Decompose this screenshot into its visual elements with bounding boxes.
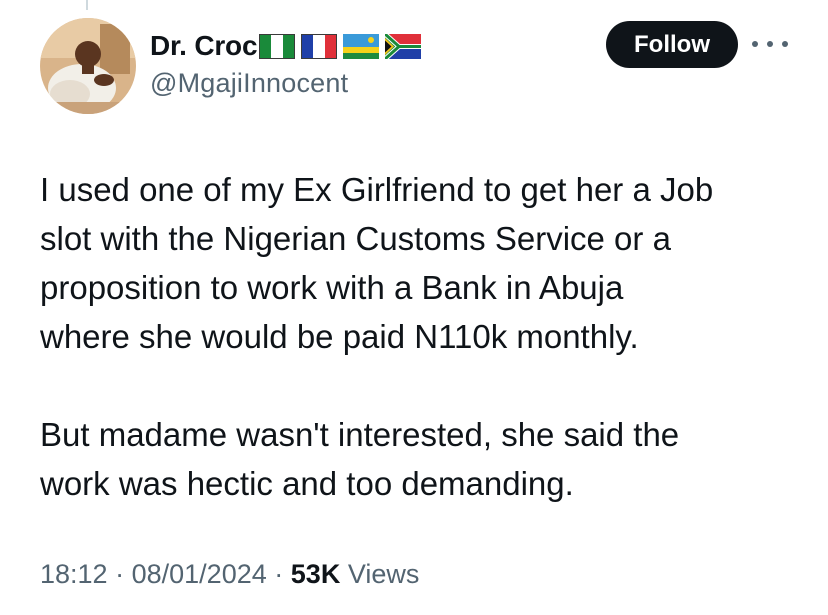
tweet-paragraph: I used one of my Ex Girlfriend to get he… [40, 171, 714, 355]
tweet-paragraph: But madame wasn't interested, she said t… [40, 416, 680, 502]
more-options-icon[interactable] [752, 38, 788, 50]
nigeria-flag-icon [259, 33, 296, 59]
avatar[interactable] [40, 18, 136, 114]
flag-emojis [259, 33, 422, 59]
more-dot [782, 41, 788, 47]
tweet-meta: 18:12 · 08/01/2024 · 53K Views [40, 559, 419, 590]
meta-separator: · [274, 559, 284, 589]
meta-separator: · [115, 559, 125, 589]
south-africa-flag-icon [385, 33, 422, 59]
user-handle[interactable]: @MgajiInnocent [150, 68, 348, 99]
author-name-row: Dr. Croc [150, 26, 422, 66]
avatar-image [40, 18, 136, 114]
views-count: 53K [290, 559, 341, 589]
follow-button[interactable]: Follow [606, 21, 738, 68]
tweet-text: I used one of my Ex Girlfriend to get he… [40, 165, 810, 508]
display-name[interactable]: Dr. Croc [150, 30, 258, 62]
france-flag-icon [301, 33, 338, 59]
thread-connector-line [86, 0, 88, 10]
more-dot [752, 41, 758, 47]
rwanda-flag-icon [343, 33, 380, 59]
views-label: Views [347, 559, 420, 589]
tweet-time[interactable]: 18:12 [40, 559, 108, 589]
more-dot [767, 41, 773, 47]
tweet-date[interactable]: 08/01/2024 [132, 559, 267, 589]
